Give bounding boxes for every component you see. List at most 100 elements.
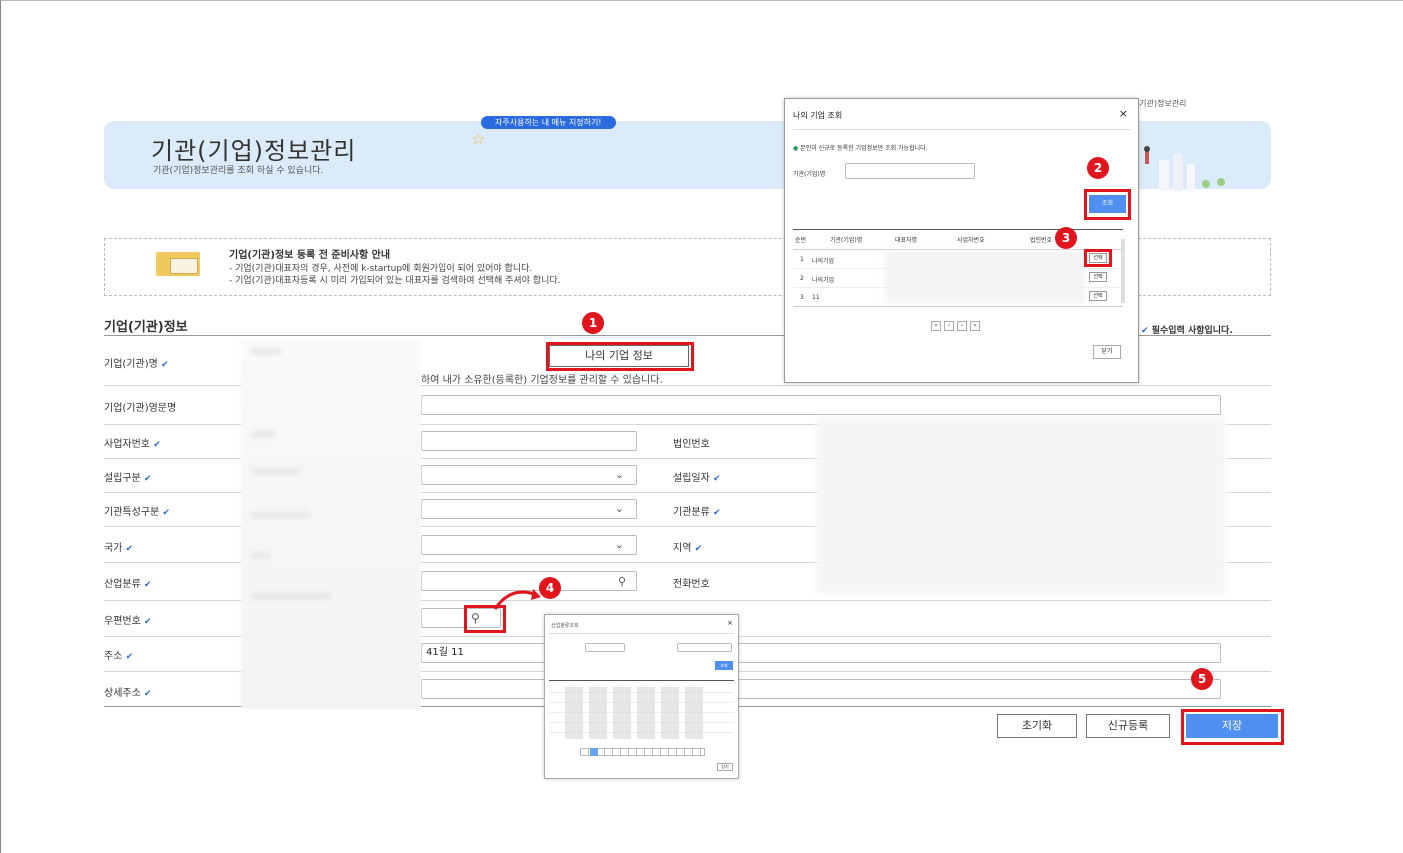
business-number-input[interactable] (421, 431, 637, 451)
column-header: 기관(기업)명 (830, 237, 863, 244)
divider (549, 680, 734, 681)
blurred-right-values (816, 419, 1226, 594)
divider (793, 129, 1131, 130)
step-badge: 3 (1055, 227, 1077, 249)
column-header: 순번 (795, 237, 807, 244)
blurred-value (251, 511, 311, 518)
document-icon (156, 252, 200, 276)
pagination[interactable] (580, 748, 705, 756)
label-address-detail: 상세주소 ✔ (104, 688, 152, 699)
breadcrumb: (기관)정보관리 (1136, 99, 1187, 108)
label-org-class: 기관분류 ✔ (673, 507, 721, 518)
row-number: 2 (800, 275, 804, 282)
establishment-type-select[interactable]: ⌄ (421, 465, 637, 485)
search-button[interactable]: 조회 (1089, 195, 1126, 213)
favorite-menu-pill[interactable]: 자주사용하는 내 메뉴 지정하기! (481, 116, 616, 129)
step-badge: 5 (1191, 668, 1213, 690)
notice-line: - 기업(기관)대표자등록 시 미리 가입되어 있는 대표자를 검색하여 선택해… (229, 276, 561, 286)
company-name-label: 기관(기업)명 (793, 171, 826, 178)
current-page[interactable] (590, 748, 598, 756)
blurred-value (251, 468, 301, 475)
label-zip: 우편번호 ✔ (104, 616, 152, 627)
my-company-info-button[interactable]: 나의 기업 정보 (549, 345, 689, 367)
modal-title: 산업분류조회 (551, 623, 579, 629)
column-header: 법인번호 (1030, 237, 1053, 244)
search-button[interactable]: 조회 (715, 661, 733, 670)
label-region: 지역 ✔ (673, 543, 703, 554)
select-button[interactable]: 선택 (1089, 253, 1107, 263)
page-subtitle: 기관(기업)정보관리를 조회 하실 수 있습니다. (153, 166, 324, 176)
label-country: 국가 ✔ (104, 543, 134, 554)
close-button[interactable]: 닫기 (717, 763, 733, 771)
country-select[interactable]: ⌄ (421, 535, 637, 555)
org-type-select[interactable]: ⌄ (421, 499, 637, 519)
search-icon[interactable]: ⚲ (471, 611, 480, 625)
page-title: 기관(기업)정보관리 (151, 137, 357, 165)
row-company-name: 나의기업 (812, 258, 835, 265)
first-page-button[interactable]: « (931, 321, 941, 331)
notice-title: 기업(기관)정보 등록 전 준비사항 안내 (229, 250, 391, 261)
chevron-down-icon: ⌄ (614, 538, 624, 551)
label-industry: 산업분류 ✔ (104, 579, 152, 590)
close-icon[interactable]: × (727, 619, 733, 627)
close-button[interactable]: 닫기 (1093, 345, 1121, 359)
label-org-type: 기관특성구분 ✔ (104, 507, 170, 518)
label-address: 주소 ✔ (104, 651, 134, 662)
divider (793, 249, 1123, 250)
blurred-form-values (241, 339, 421, 709)
blurred-value (251, 348, 281, 355)
info-icon: ● (793, 145, 799, 152)
select-button[interactable]: 선택 (1089, 291, 1107, 301)
step-badge: 4 (539, 577, 561, 599)
industry-code-input[interactable] (585, 643, 625, 652)
next-page-button[interactable]: › (957, 321, 967, 331)
modal-title: 나의 기업 조회 (793, 111, 843, 120)
help-text: 하여 내가 소유한(등록한) 기업정보를 관리할 수 있습니다. (421, 375, 663, 386)
label-establishment-type: 설립구분 ✔ (104, 473, 152, 484)
chevron-down-icon: ⌄ (614, 468, 624, 481)
close-icon[interactable]: × (1119, 107, 1128, 120)
label-corp-number: 법인번호 (673, 439, 710, 450)
industry-rows (565, 687, 705, 739)
reset-button[interactable]: 초기화 (997, 714, 1077, 738)
row-company-name: 나의기업 (812, 277, 835, 284)
label-phone: 전화번호 (673, 579, 710, 590)
modal-info: ● 본인이 신규로 등록한 기업정보만 조회 가능합니다. (793, 145, 928, 152)
blurred-table-values (885, 251, 1085, 303)
address-input[interactable]: 41길 11 (421, 643, 1221, 663)
divider (793, 306, 1123, 307)
arrow-icon (493, 589, 541, 610)
label-establishment-date: 설립일자 ✔ (673, 473, 721, 484)
eng-name-input[interactable] (421, 395, 1221, 415)
label-company-name: 기업(기관)명 ✔ (104, 359, 169, 370)
city-illustration-icon (1144, 146, 1225, 191)
step-badge: 2 (1087, 157, 1109, 179)
prev-page-button[interactable]: ‹ (944, 321, 954, 331)
scrollbar[interactable] (1121, 239, 1125, 303)
step-badge: 1 (582, 312, 604, 334)
select-button[interactable]: 선택 (1089, 272, 1107, 282)
my-company-search-modal: 나의 기업 조회 × ● 본인이 신규로 등록한 기업정보만 조회 가능합니다.… (784, 98, 1139, 383)
screenshot-frame: 자주사용하는 내 메뉴 지정하기! 기관(기업)정보관리 ☆ 기관(기업)정보관… (0, 0, 1403, 853)
last-page-button[interactable]: » (970, 321, 980, 331)
section-title: 기업(기관)정보 (104, 320, 188, 335)
blurred-value (251, 593, 331, 600)
blurred-value (251, 431, 276, 438)
address-detail-input[interactable] (421, 679, 1221, 699)
divider (549, 633, 734, 634)
row-number: 3 (800, 294, 804, 301)
label-business-number: 사업자번호 ✔ (104, 439, 161, 450)
industry-search-modal: 산업분류조회 × 조회 닫기 (544, 614, 739, 779)
search-icon[interactable]: ⚲ (618, 575, 626, 588)
blurred-value (251, 552, 271, 559)
new-register-button[interactable]: 신규등록 (1086, 714, 1170, 738)
chevron-down-icon: ⌄ (614, 502, 624, 515)
row-number: 1 (800, 256, 804, 263)
star-icon[interactable]: ☆ (471, 129, 485, 148)
industry-name-input[interactable] (677, 643, 732, 652)
column-header: 대표자명 (895, 237, 918, 244)
company-name-input[interactable] (845, 163, 975, 179)
save-button[interactable]: 저장 (1186, 714, 1278, 738)
label-company-eng-name: 기업(기관)영문명 (104, 403, 177, 414)
column-header: 사업자번호 (957, 237, 985, 244)
